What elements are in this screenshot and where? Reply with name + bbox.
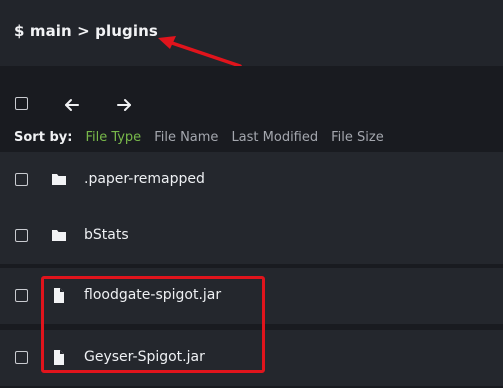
arrow-left-icon[interactable] (63, 96, 81, 114)
file-name[interactable]: bStats (84, 227, 129, 243)
folder-icon (52, 230, 66, 241)
file-row[interactable]: bStats (0, 208, 503, 264)
row-checkbox[interactable] (15, 289, 28, 302)
breadcrumb-header: $ main > plugins (0, 0, 503, 66)
sort-label: Sort by: (14, 130, 73, 145)
file-row[interactable]: .paper-remapped (0, 152, 503, 208)
arrow-right-icon[interactable] (115, 96, 133, 114)
sort-option-last-modified[interactable]: Last Modified (231, 130, 318, 145)
row-checkbox[interactable] (15, 229, 28, 242)
row-checkbox[interactable] (15, 351, 28, 364)
annotation-highlight-box (41, 276, 265, 373)
select-all-checkbox[interactable] (15, 97, 28, 110)
folder-icon (52, 174, 66, 185)
sort-bar: Sort by: File Type File Name Last Modifi… (14, 130, 397, 145)
sort-option-file-name[interactable]: File Name (154, 130, 218, 145)
sort-option-file-size[interactable]: File Size (331, 130, 384, 145)
file-name[interactable]: .paper-remapped (84, 171, 205, 187)
breadcrumb-path[interactable]: $ main > plugins (14, 22, 158, 40)
sort-option-file-type[interactable]: File Type (85, 130, 141, 145)
row-checkbox[interactable] (15, 173, 28, 186)
